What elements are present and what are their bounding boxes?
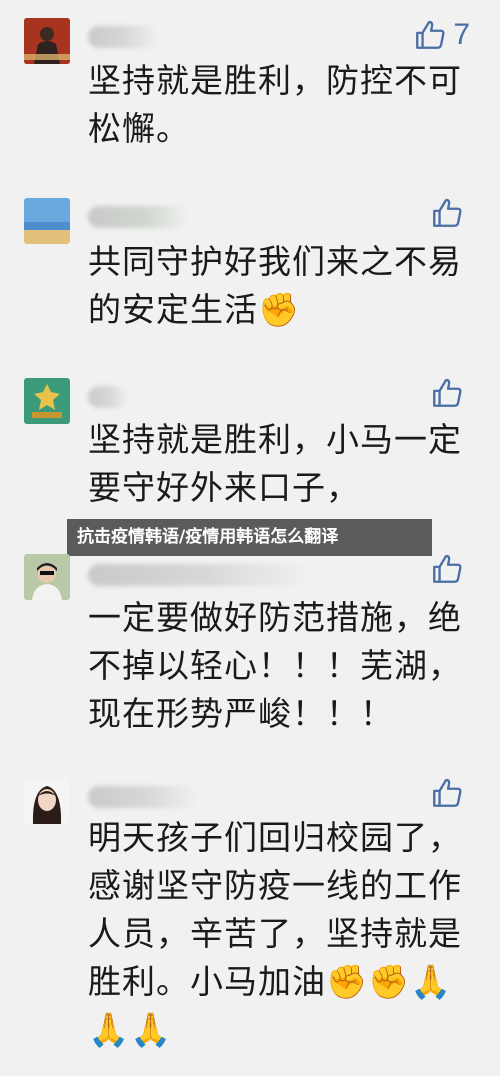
comment-text: 一定要做好防范措施，绝不掉以轻心！！！芜湖，现在形势严峻！！！ (88, 598, 462, 733)
avatar[interactable] (24, 18, 70, 64)
username-blurred (88, 564, 308, 586)
comment-item: 共同守护好我们来之不易的安定生活✊ (0, 180, 500, 350)
comment-text: 坚持就是胜利，防控不可松懈。 (88, 61, 462, 148)
like-button[interactable] (430, 776, 470, 810)
username-blurred (88, 206, 188, 228)
comment-text: 明天孩子们回归校园了，感谢坚守防疫一线的工作人员，辛苦了，坚持就是胜利。小马加油… (88, 818, 462, 1049)
thumbs-up-icon (433, 378, 462, 407)
thumbs-up-icon (416, 20, 445, 49)
comment-item: 一定要做好防范措施，绝不掉以轻心！！！芜湖，现在形势严峻！！！ (0, 540, 500, 750)
avatar[interactable] (24, 198, 70, 244)
username-blurred (88, 786, 198, 808)
like-button[interactable]: 7 (413, 18, 470, 52)
like-button[interactable] (430, 196, 470, 230)
username-blurred (88, 386, 128, 408)
thumbs-up-icon (433, 778, 462, 807)
like-count: 7 (453, 18, 470, 51)
comment-item: 明天孩子们回归校园了，感谢坚守防疫一线的工作人员，辛苦了，坚持就是胜利。小马加油… (0, 760, 500, 1070)
thumbs-up-icon (433, 198, 462, 227)
comment-text: 坚持就是胜利，小马一定要守好外来口子， (88, 420, 462, 507)
like-button[interactable] (430, 376, 470, 410)
thumbs-up-icon (433, 554, 462, 583)
comment-item: 7 坚持就是胜利，防控不可松懈。 (0, 0, 500, 150)
like-button[interactable] (430, 552, 470, 586)
avatar[interactable] (24, 378, 70, 424)
comment-item: 坚持就是胜利，小马一定要守好外来口子， (0, 360, 500, 520)
username-blurred (88, 26, 158, 48)
avatar[interactable] (24, 778, 70, 824)
avatar[interactable] (24, 554, 70, 600)
comment-text: 共同守护好我们来之不易的安定生活✊ (88, 242, 462, 329)
